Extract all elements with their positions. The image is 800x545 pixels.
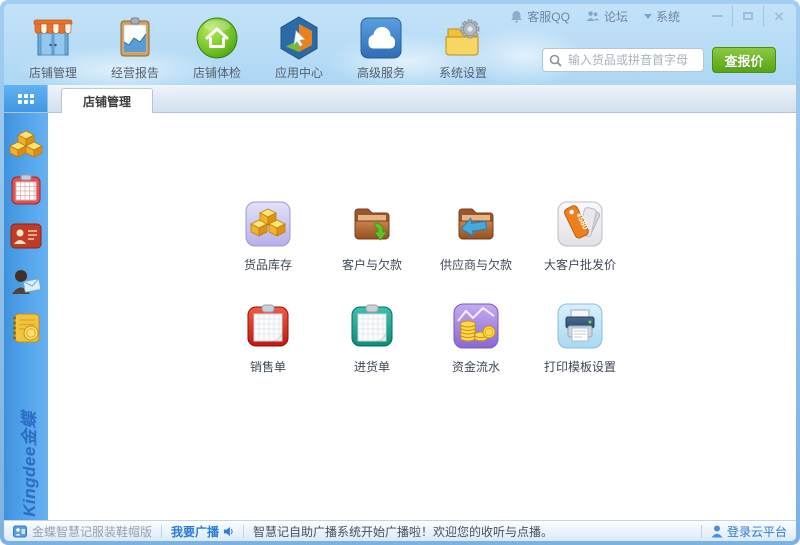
shortcut-cash-flow[interactable]: 资金流水	[424, 303, 528, 375]
close-icon: ×	[774, 8, 784, 25]
shortcut-customers-debts[interactable]: 客户与欠款	[320, 201, 424, 273]
header: 客服QQ 论坛 系统 ×	[4, 4, 796, 85]
cash-flow-icon	[453, 303, 499, 349]
app-center-hexagon-icon	[276, 15, 322, 61]
search-area: 查报价	[542, 47, 776, 73]
shortcut-label: 客户与欠款	[342, 256, 402, 273]
toolbar-item-shop-management[interactable]: 店铺管理	[12, 15, 94, 81]
shortcut-label: 货品库存	[244, 256, 292, 273]
shortcut-label: 供应商与欠款	[440, 256, 512, 273]
toolbar-item-app-center[interactable]: 应用中心	[258, 15, 340, 81]
folder-gear-icon	[440, 15, 486, 61]
supplier-contact-icon[interactable]	[9, 265, 43, 299]
maximize-button[interactable]	[733, 4, 763, 28]
shortcut-label: 大客户批发价	[544, 256, 616, 273]
app-logo-icon	[13, 525, 27, 538]
minimize-icon	[712, 15, 723, 17]
forum-label: 论坛	[604, 8, 628, 25]
suppliers-folder-icon	[453, 201, 499, 247]
search-input[interactable]	[566, 52, 697, 68]
search-box	[542, 48, 704, 72]
login-cloud-button[interactable]: 登录云平台	[711, 523, 787, 540]
cloud-service-icon	[358, 15, 404, 61]
apps-grid-button[interactable]	[4, 85, 48, 112]
toolbar-label: 应用中心	[275, 64, 323, 81]
shortcut-label: 进货单	[354, 358, 390, 375]
qq-label: 客服QQ	[527, 8, 570, 25]
toolbar-label: 店铺管理	[29, 64, 77, 81]
maximize-icon	[743, 12, 753, 20]
shortcut-inventory[interactable]: 货品库存	[216, 201, 320, 273]
window-controls: ×	[702, 4, 794, 28]
caret-down-icon	[644, 14, 652, 19]
tab-shop-management[interactable]: 店铺管理	[61, 88, 153, 113]
shop-management-panel: 货品库存 客户与欠款	[48, 113, 796, 520]
customers-folder-icon	[349, 201, 395, 247]
toolbar-item-advanced-services[interactable]: 高级服务	[340, 15, 422, 81]
product-name: 金蝶智慧记服装鞋帽版	[13, 523, 152, 540]
forum-link[interactable]: 论坛	[586, 8, 628, 25]
bell-icon	[510, 10, 523, 23]
speaker-icon	[223, 526, 234, 537]
shortcut-print-template[interactable]: 打印模板设置	[528, 303, 632, 375]
inventory-icon	[245, 201, 291, 247]
main-toolbar: 店铺管理 经营报告	[12, 15, 504, 81]
storefront-icon	[30, 15, 76, 61]
shortcut-purchase-order[interactable]: 进货单	[320, 303, 424, 375]
sales-order-icon	[245, 303, 291, 349]
customer-service-qq-link[interactable]: 客服QQ	[510, 8, 570, 25]
toolbar-label: 店铺体检	[193, 64, 241, 81]
toolbar-label: 经营报告	[111, 64, 159, 81]
shortcut-suppliers-debts[interactable]: 供应商与欠款	[424, 201, 528, 273]
shortcut-label: 资金流水	[452, 358, 500, 375]
system-menu[interactable]: 系统	[644, 8, 680, 25]
person-icon	[711, 525, 723, 538]
shortcut-wholesale-price[interactable]: ¥580 大客户批发价	[528, 201, 632, 273]
toolbar-item-shop-checkup[interactable]: 店铺体检	[176, 15, 258, 81]
toolbar-item-system-settings[interactable]: 系统设置	[422, 15, 504, 81]
forum-users-icon	[586, 10, 600, 22]
app-window: 客服QQ 论坛 系统 ×	[0, 0, 800, 545]
shortcut-label: 销售单	[250, 358, 286, 375]
search-icon	[549, 54, 562, 67]
sidebar: Kingdee金蝶	[4, 113, 48, 520]
shortcut-sales-order[interactable]: 销售单	[216, 303, 320, 375]
check-quote-button[interactable]: 查报价	[712, 47, 776, 73]
gold-ingots-icon[interactable]	[9, 127, 43, 161]
shortcut-label: 打印模板设置	[544, 358, 616, 375]
status-bar: 金蝶智慧记服装鞋帽版 我要广播 智慧记自助广播系统开始广播啦！欢迎您的收听与点播…	[4, 520, 796, 541]
system-label: 系统	[656, 8, 680, 25]
printer-icon	[557, 303, 603, 349]
shortcut-grid: 货品库存 客户与欠款	[216, 201, 632, 375]
price-tag-icon: ¥580	[557, 201, 603, 247]
kingdee-brand-logo: Kingdee金蝶	[15, 403, 37, 525]
cash-book-icon[interactable]	[9, 311, 43, 345]
broadcast-message: 智慧记自助广播系统开始广播啦！欢迎您的收听与点播。	[253, 523, 553, 540]
toolbar-label: 系统设置	[439, 64, 487, 81]
checkup-house-icon	[194, 15, 240, 61]
toolbar-item-business-report[interactable]: 经营报告	[94, 15, 176, 81]
toolbar-label: 高级服务	[357, 64, 405, 81]
broadcast-button[interactable]: 我要广播	[171, 523, 234, 540]
tab-row: 店铺管理	[4, 85, 796, 113]
close-button[interactable]: ×	[764, 4, 794, 28]
grid-icon	[18, 94, 34, 104]
tab-strip: 店铺管理	[48, 85, 796, 112]
red-notepad-icon[interactable]	[9, 173, 43, 207]
customer-card-icon[interactable]	[9, 219, 43, 253]
report-clipboard-icon	[112, 15, 158, 61]
purchase-order-icon	[349, 303, 395, 349]
titlebar: 客服QQ 论坛 系统 ×	[510, 4, 794, 28]
minimize-button[interactable]	[702, 4, 732, 28]
